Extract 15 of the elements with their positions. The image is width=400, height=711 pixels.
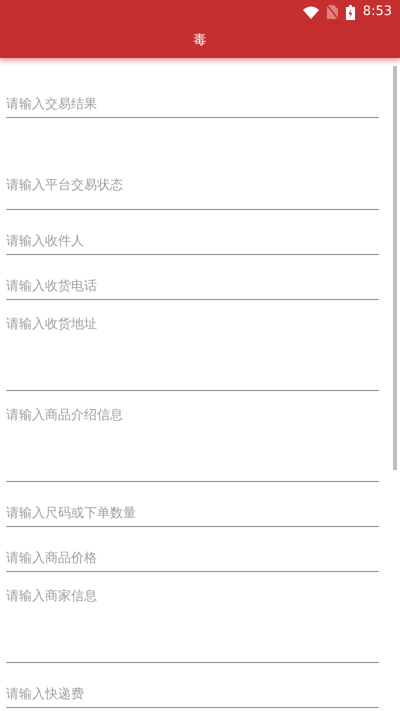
input-field[interactable]: 请输入商家信息: [6, 572, 379, 663]
wifi-icon: [302, 6, 319, 18]
input-field[interactable]: 请输入快递费: [6, 663, 379, 708]
input-field[interactable]: 请输入尺码或下单数量: [6, 482, 379, 527]
status-time: 8:53: [362, 3, 392, 22]
input-field[interactable]: 请输入商品价格: [6, 527, 379, 572]
input-field[interactable]: 请输入平台交易状态: [6, 118, 379, 210]
toolbar-title: 毒: [194, 32, 206, 50]
input-field[interactable]: 请输入收货电话: [6, 255, 379, 300]
input-field[interactable]: 请输入商品介绍信息: [6, 391, 379, 482]
no-sim-icon: [326, 5, 338, 19]
input-field[interactable]: 请输入交易结果: [6, 58, 379, 118]
input-field[interactable]: 请输入收件人: [6, 210, 379, 255]
input-field[interactable]: 请输入收货地址: [6, 300, 379, 391]
battery-charging-icon: [346, 4, 355, 20]
